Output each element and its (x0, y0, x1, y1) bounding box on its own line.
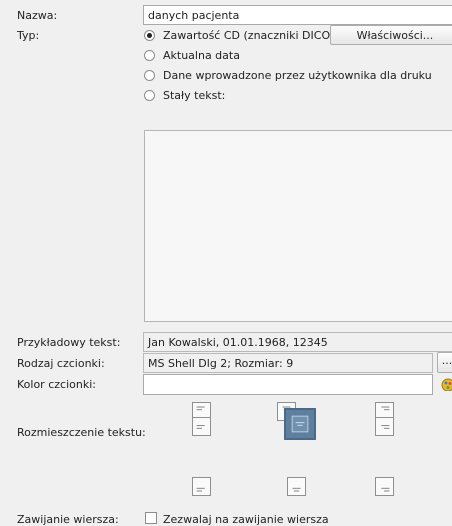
radio-option-static-text[interactable]: Stały tekst: (144, 87, 225, 103)
name-label: Nazwa: (17, 9, 58, 22)
font-field: MS Shell Dlg 2; Rozmiar: 9 (143, 353, 433, 373)
properties-button[interactable]: Właściwości... (330, 25, 452, 45)
align-middle-center-button[interactable] (284, 408, 316, 440)
radio-button[interactable] (144, 69, 155, 81)
color-label: Kolor czcionki: (17, 378, 96, 391)
wrap-checkbox-label: Zezwalaj na zawijanie wiersza (163, 513, 329, 526)
color-field[interactable] (143, 374, 433, 395)
radio-button[interactable] (144, 49, 155, 61)
radio-option-cd-content[interactable]: Zawartość CD (znaczniki DICOM) (144, 27, 344, 43)
radio-button[interactable] (144, 29, 155, 41)
align-bottom-right-button[interactable] (375, 477, 394, 496)
static-text-area[interactable] (144, 130, 452, 322)
wrap-checkbox[interactable] (145, 512, 157, 524)
radio-label: Aktualna data (163, 48, 240, 62)
radio-label: Dane wprowadzone przez użytkownika dla d… (163, 68, 432, 82)
palette-icon[interactable] (440, 377, 452, 392)
sample-text-label: Przykładowy tekst: (17, 336, 121, 349)
text-alignment-label: Rozmieszczenie tekstu: (17, 426, 146, 439)
name-input[interactable]: danych pacjenta (143, 5, 452, 25)
radio-option-current-date[interactable]: Aktualna data (144, 47, 240, 63)
font-label: Rodzaj czcionki: (17, 357, 105, 370)
align-middle-right-button[interactable] (375, 417, 394, 436)
sample-text-field: Jan Kowalski, 01.01.1968, 12345 (143, 332, 452, 352)
radio-option-user-data[interactable]: Dane wprowadzone przez użytkownika dla d… (144, 67, 432, 83)
type-label: Typ: (17, 29, 40, 42)
line-wrap-label: Zawijanie wiersza: (17, 513, 119, 526)
align-bottom-left-button[interactable] (192, 477, 211, 496)
font-picker-button[interactable]: ... (437, 352, 452, 373)
radio-label: Stały tekst: (163, 88, 226, 102)
radio-button[interactable] (144, 89, 155, 101)
radio-label: Zawartość CD (znaczniki DICOM) (163, 28, 344, 42)
align-middle-left-button[interactable] (192, 417, 211, 436)
align-bottom-center-button[interactable] (287, 477, 306, 496)
